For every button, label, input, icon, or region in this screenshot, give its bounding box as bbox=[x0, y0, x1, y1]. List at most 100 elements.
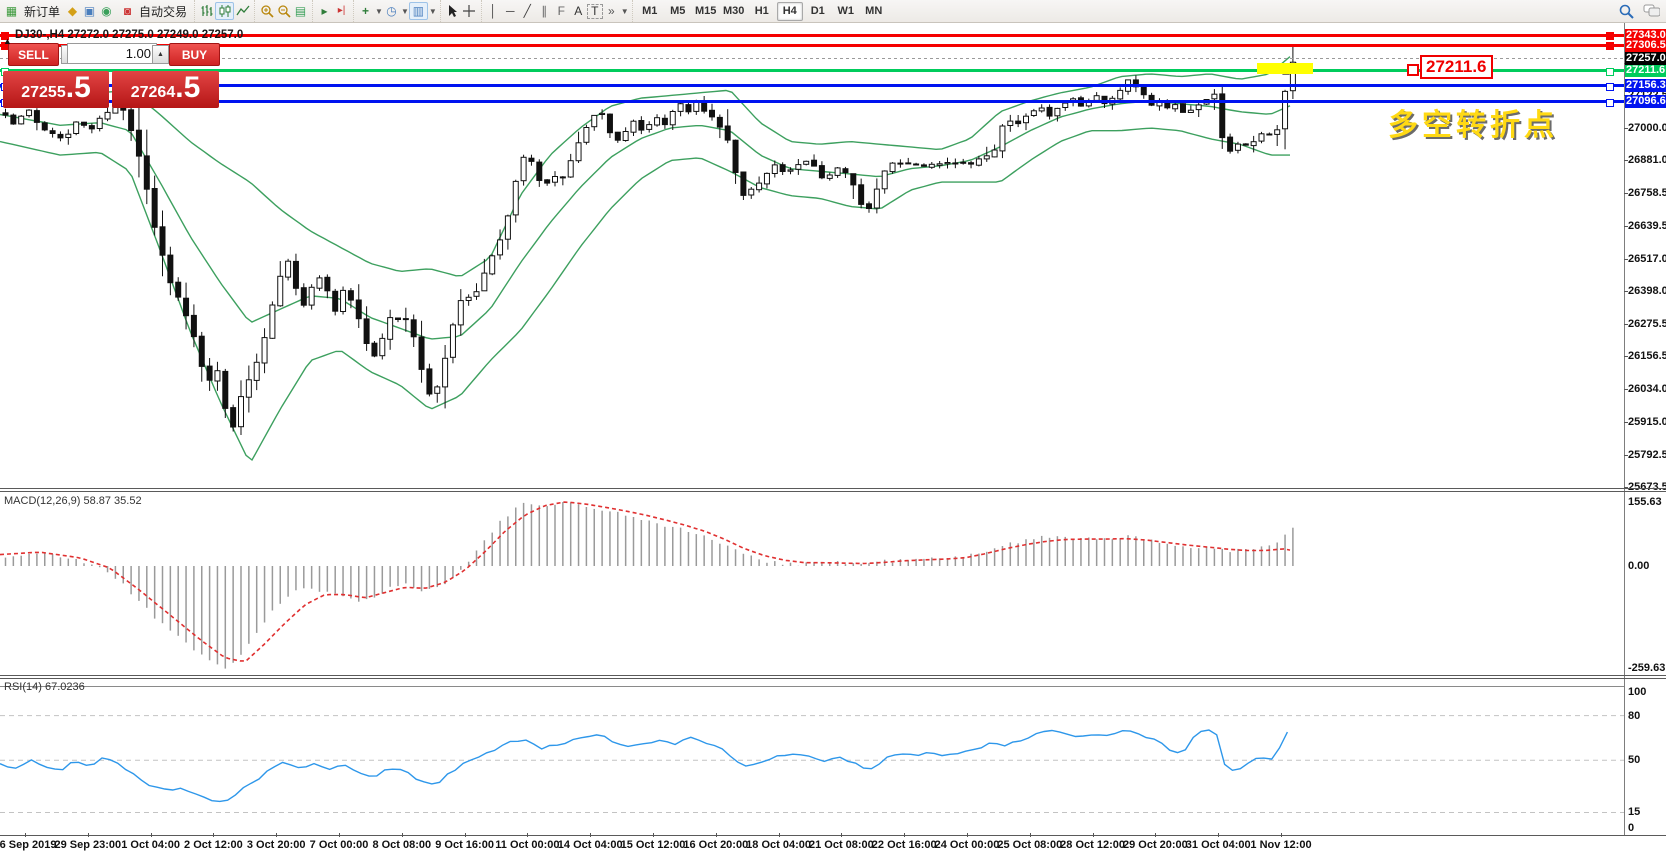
timeframe-m30[interactable]: M30 bbox=[721, 2, 747, 21]
timeframe-m5[interactable]: M5 bbox=[665, 2, 691, 21]
candlestick-icon[interactable] bbox=[215, 2, 234, 20]
auto-trading-label: 自动交易 bbox=[139, 3, 187, 20]
line-chart-icon[interactable] bbox=[234, 3, 251, 19]
one-click-trade-panel: SELL ▼ 1.00 ▲ BUY 27255.5 27264.5 bbox=[3, 43, 221, 65]
volume-increase-button[interactable]: ▲ bbox=[152, 45, 169, 64]
trendline-tool-icon[interactable]: ╱ bbox=[519, 3, 536, 19]
time-tick bbox=[1218, 833, 1219, 837]
callout-anchor-handle[interactable] bbox=[1407, 64, 1419, 76]
buy-price-frac: .5 bbox=[175, 71, 200, 105]
toolbar-group-chart-type bbox=[194, 0, 254, 22]
time-label: 18 Oct 04:00 bbox=[746, 839, 811, 851]
fibonacci-tool-icon[interactable]: F bbox=[553, 3, 570, 19]
cursor-icon[interactable] bbox=[444, 3, 461, 19]
profiles-icon[interactable]: ◆ bbox=[64, 3, 81, 19]
price-line-label: 27096.6 bbox=[1625, 95, 1666, 108]
line-handle[interactable] bbox=[1606, 32, 1614, 40]
shapes-tool-icon[interactable]: » bbox=[603, 3, 620, 19]
highlight-marker[interactable] bbox=[1257, 63, 1313, 74]
rsi-tick-label: 50 bbox=[1628, 754, 1666, 766]
time-label: 31 Oct 04:00 bbox=[1186, 839, 1251, 851]
tile-windows-icon[interactable]: ▤ bbox=[292, 3, 309, 19]
current-price-label: 27257.0 bbox=[1625, 52, 1666, 65]
time-label: 16 Oct 20:00 bbox=[683, 839, 748, 851]
rsi-upper-bound-line bbox=[0, 686, 1624, 687]
turning-point-annotation[interactable]: 多空转折点 bbox=[1388, 100, 1558, 144]
zoom-out-icon[interactable] bbox=[275, 3, 292, 19]
price-line-label: 27306.5 bbox=[1625, 39, 1666, 52]
price-line-27343.0[interactable] bbox=[0, 34, 1624, 37]
price-callout[interactable]: 27211.6 bbox=[1420, 55, 1493, 79]
macd-tick-label: -259.63 bbox=[1628, 662, 1666, 674]
horizontal-line-tool-icon[interactable]: ─ bbox=[502, 3, 519, 19]
time-axis[interactable]: 26 Sep 201929 Sep 23:001 Oct 04:002 Oct … bbox=[0, 836, 1666, 855]
price-tick-label: 26398.0 bbox=[1628, 285, 1666, 297]
indicators-caret-icon[interactable]: ▼ bbox=[375, 7, 383, 16]
price-tick-label: 26758.5 bbox=[1628, 187, 1666, 199]
time-tick bbox=[904, 833, 905, 837]
shapes-caret-icon[interactable]: ▼ bbox=[621, 7, 629, 16]
new-order-button[interactable]: 新订单 bbox=[20, 2, 64, 21]
indicators-icon[interactable]: + bbox=[357, 3, 374, 19]
template-caret-icon[interactable]: ▼ bbox=[429, 7, 437, 16]
time-tick bbox=[25, 833, 26, 837]
vertical-line-tool-icon[interactable]: │ bbox=[485, 3, 502, 19]
timeframe-w1[interactable]: W1 bbox=[833, 2, 859, 21]
crosshair-icon[interactable] bbox=[461, 3, 478, 19]
time-tick bbox=[841, 833, 842, 837]
timeframe-h1[interactable]: H1 bbox=[749, 2, 775, 21]
auto-scroll-icon[interactable]: ▸ bbox=[316, 3, 333, 19]
time-label: 14 Oct 04:00 bbox=[558, 839, 623, 851]
time-label: 8 Oct 08:00 bbox=[372, 839, 431, 851]
time-tick bbox=[339, 833, 340, 837]
search-icon[interactable] bbox=[1618, 3, 1635, 19]
panel-separator[interactable] bbox=[0, 675, 1666, 676]
timeframe-mn[interactable]: MN bbox=[861, 2, 887, 21]
time-tick bbox=[967, 833, 968, 837]
time-tick bbox=[402, 833, 403, 837]
buy-button[interactable]: BUY bbox=[169, 43, 220, 66]
chat-icon[interactable] bbox=[1643, 3, 1660, 19]
text-label-tool-icon[interactable]: T bbox=[587, 4, 603, 19]
sell-price-button[interactable]: 27255.5 bbox=[3, 71, 109, 108]
toolbar-group-objects: │ ─ ╱ ∥ F A T »▼ bbox=[481, 0, 632, 22]
sell-button[interactable]: SELL bbox=[8, 43, 59, 66]
time-label: 3 Oct 20:00 bbox=[247, 839, 306, 851]
line-handle[interactable] bbox=[1606, 83, 1614, 91]
time-label: 21 Oct 08:00 bbox=[809, 839, 874, 851]
panel-separator[interactable] bbox=[0, 488, 1666, 489]
time-label: 24 Oct 00:00 bbox=[935, 839, 1000, 851]
auto-trading-icon: ◙ bbox=[119, 3, 136, 19]
timeframe-d1[interactable]: D1 bbox=[805, 2, 831, 21]
bar-chart-icon[interactable] bbox=[198, 3, 215, 19]
buy-price-button[interactable]: 27264.5 bbox=[112, 71, 219, 108]
line-handle[interactable] bbox=[1606, 68, 1614, 76]
line-handle[interactable] bbox=[1606, 42, 1614, 50]
chart-shift-icon[interactable]: ▸| bbox=[333, 3, 350, 19]
panel-separator[interactable] bbox=[0, 491, 1666, 492]
timeframe-m1[interactable]: M1 bbox=[637, 2, 663, 21]
mt4-window: ▦ 新订单 ◆ ▣ ◉ ◙ 自动交易 bbox=[0, 0, 1666, 855]
text-tool-icon[interactable]: A bbox=[570, 3, 587, 19]
community-icon[interactable]: ▣ bbox=[81, 3, 98, 19]
volume-input[interactable]: 1.00 bbox=[67, 43, 157, 64]
time-tick bbox=[1030, 833, 1031, 837]
price-line-27156.3[interactable] bbox=[0, 84, 1624, 87]
auto-trading-button[interactable]: ◙ 自动交易 bbox=[115, 2, 191, 21]
zoom-in-icon[interactable] bbox=[258, 3, 275, 19]
time-label: 29 Oct 20:00 bbox=[1123, 839, 1188, 851]
timeframe-m15[interactable]: M15 bbox=[693, 2, 719, 21]
time-label: 1 Oct 04:00 bbox=[121, 839, 180, 851]
new-chart-icon[interactable]: ▦ bbox=[3, 3, 20, 19]
signal-icon[interactable]: ◉ bbox=[98, 3, 115, 19]
channel-tool-icon[interactable]: ∥ bbox=[536, 3, 553, 19]
price-line-27096.6[interactable] bbox=[0, 100, 1624, 103]
price-line-27306.5[interactable] bbox=[0, 44, 1624, 47]
template-icon[interactable]: ▥ bbox=[409, 2, 428, 20]
timeframe-h4[interactable]: H4 bbox=[777, 2, 803, 21]
line-handle[interactable] bbox=[1606, 99, 1614, 107]
panel-separator[interactable] bbox=[0, 678, 1666, 679]
period-caret-icon[interactable]: ▼ bbox=[401, 7, 409, 16]
price-line-27211.6[interactable] bbox=[0, 69, 1624, 72]
period-clock-icon[interactable]: ◷ bbox=[383, 3, 400, 19]
